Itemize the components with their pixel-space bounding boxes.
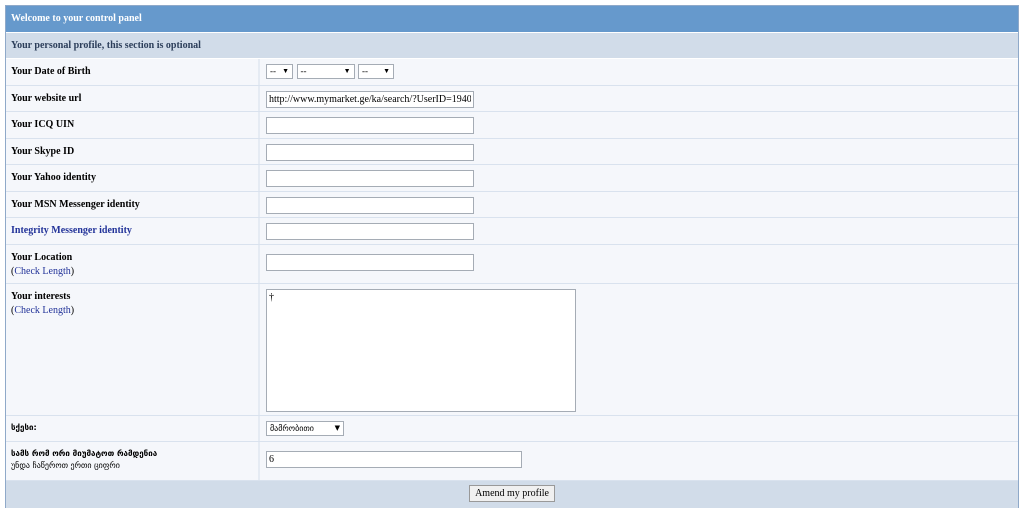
dob-year-select[interactable]: -- ▼ [358, 64, 394, 79]
captcha-input[interactable] [266, 451, 522, 468]
yahoo-input[interactable] [266, 170, 474, 187]
yahoo-label: Your Yahoo identity [6, 165, 260, 191]
dob-month-select[interactable]: -- ▼ [296, 64, 355, 79]
interests-label: Your interests [11, 291, 71, 302]
captcha-question: სამს რომ ორი მიუმატოთ რამდენია [11, 449, 158, 458]
chevron-down-icon: ▼ [343, 67, 351, 75]
chevron-down-icon: ▼ [282, 67, 289, 75]
location-check-length-link[interactable]: Check Length [14, 266, 70, 277]
location-label: Your Location [11, 252, 73, 263]
chevron-down-icon: ▼ [383, 67, 390, 75]
sex-select[interactable]: მამრობითი ▼ [266, 421, 344, 436]
skype-input[interactable] [266, 144, 474, 161]
panel-title: Welcome to your control panel [6, 6, 1018, 33]
integrity-label: Integrity Messenger identity [6, 218, 260, 244]
sex-label: სქესი: [6, 416, 260, 441]
icq-input[interactable] [266, 117, 474, 134]
section-subtitle: Your personal profile, this section is o… [6, 33, 1018, 59]
amend-profile-button[interactable]: Amend my profile [469, 485, 555, 502]
control-panel: Welcome to your control panel Your perso… [5, 5, 1019, 508]
integrity-input[interactable] [266, 223, 474, 240]
captcha-hint: უნდა ჩაწეროთ ერთი ციფრი [11, 461, 120, 470]
interests-check-length-link[interactable]: Check Length [14, 305, 70, 316]
location-input[interactable] [266, 254, 474, 271]
row-dob: Your Date of Birth -- ▼ -- ▼ -- ▼ [6, 59, 1018, 86]
msn-input[interactable] [266, 197, 474, 214]
icq-label: Your ICQ UIN [6, 112, 260, 138]
dob-label: Your Date of Birth [6, 59, 260, 85]
dob-day-select[interactable]: -- ▼ [266, 64, 293, 79]
interests-textarea[interactable]: † [266, 289, 576, 412]
website-label: Your website url [6, 86, 260, 111]
website-input[interactable] [266, 91, 474, 108]
chevron-down-icon: ▼ [334, 424, 340, 432]
msn-label: Your MSN Messenger identity [6, 192, 260, 217]
skype-label: Your Skype ID [6, 139, 260, 164]
